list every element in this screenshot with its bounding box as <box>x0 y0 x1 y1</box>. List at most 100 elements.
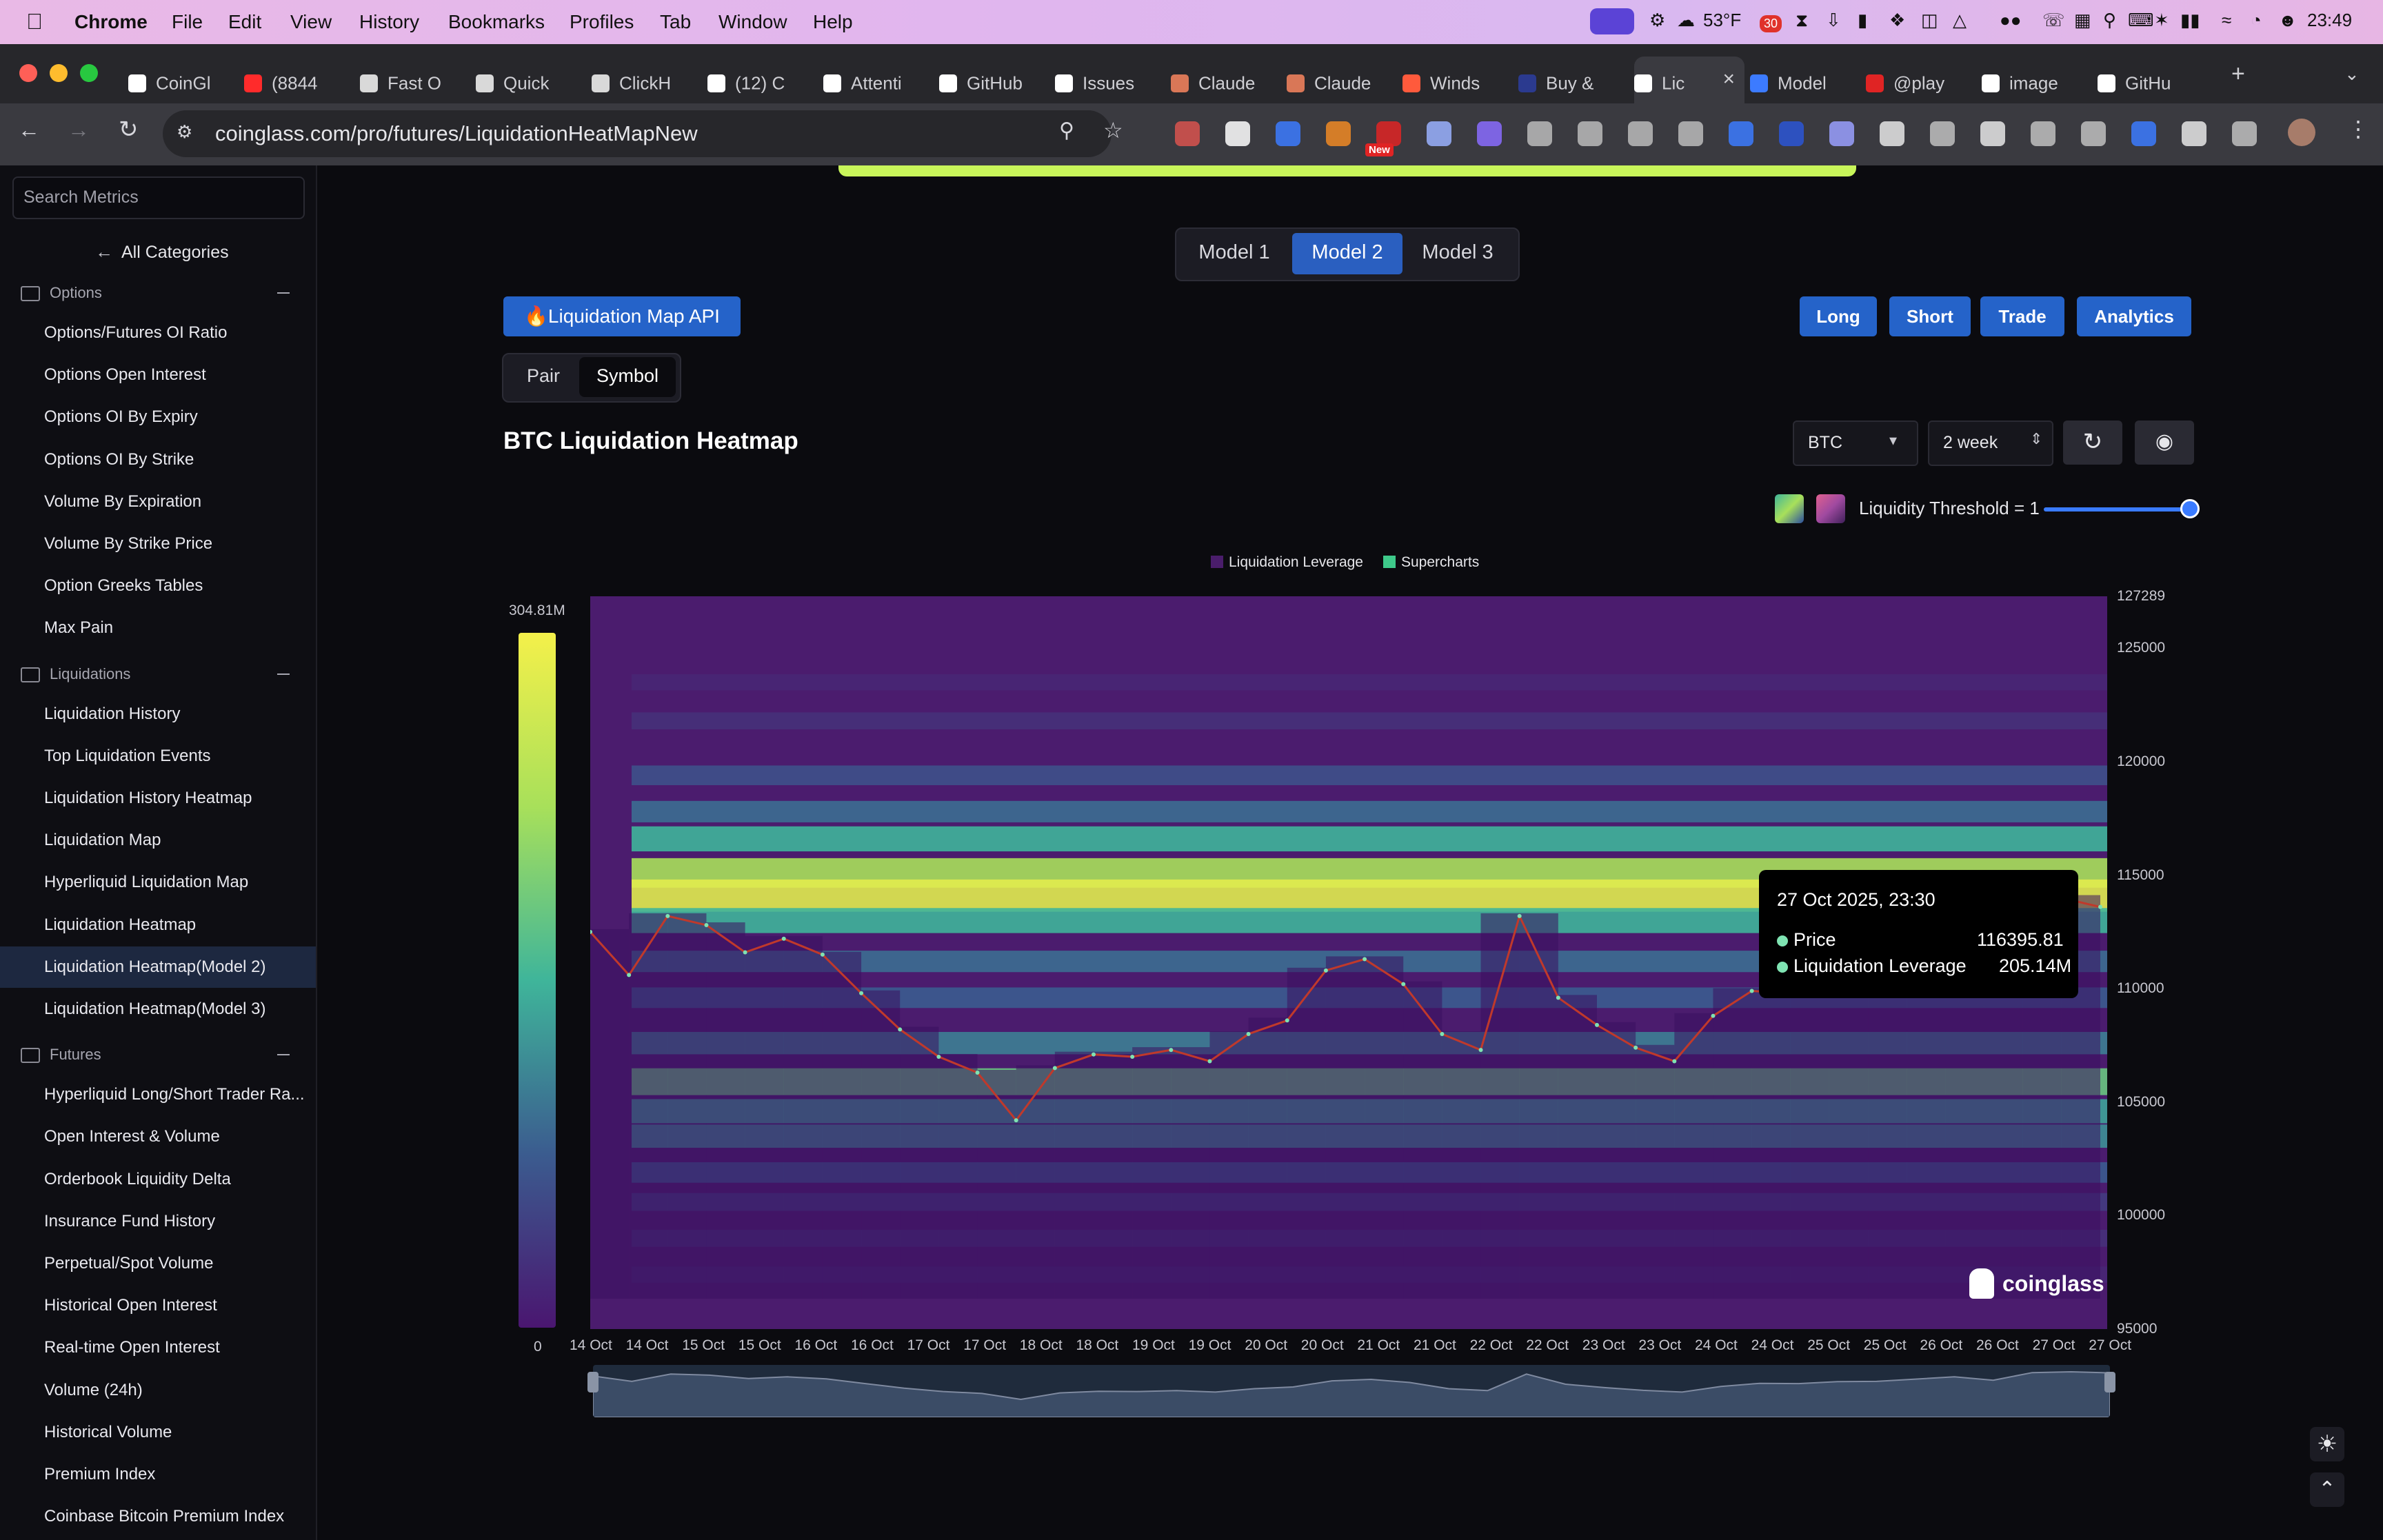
browser-tab[interactable]: Quick <box>476 57 586 106</box>
user-icon[interactable]: ☻ <box>2278 10 2297 31</box>
browser-tab[interactable]: ClickH <box>592 57 702 106</box>
menu-window[interactable]: Window <box>718 11 787 33</box>
sidebar-item[interactable]: Premium Index <box>44 1465 155 1484</box>
threshold-slider-track[interactable] <box>2044 507 2190 511</box>
threshold-slider-handle[interactable] <box>2180 499 2200 518</box>
navigator-left-handle[interactable] <box>587 1372 599 1392</box>
trade-button[interactable]: Trade <box>1980 296 2064 336</box>
scroll-to-top-button[interactable]: ⌃ <box>2310 1472 2344 1507</box>
dropbox-icon[interactable]: ❖ <box>1889 10 1905 31</box>
sidebar-section-futures[interactable]: Futures <box>50 1046 101 1064</box>
browser-extension-icon[interactable] <box>2081 121 2106 146</box>
sidebar-item[interactable]: Volume By Expiration <box>44 492 201 511</box>
new-tab-button[interactable]: + <box>2231 61 2245 88</box>
menu-file[interactable]: File <box>172 11 203 33</box>
refresh-button[interactable]: ↻ <box>2063 421 2122 465</box>
url-text[interactable]: coinglass.com/pro/futures/LiquidationHea… <box>215 121 698 146</box>
short-button[interactable]: Short <box>1889 296 1971 336</box>
browser-extension-icon[interactable] <box>1276 121 1300 146</box>
chat-icon[interactable]: ▮ <box>1858 10 1867 31</box>
reload-icon[interactable]: ↻ <box>119 116 139 143</box>
browser-extension-icon[interactable] <box>1678 121 1703 146</box>
download-tray-icon[interactable]: ⇩ <box>1826 10 1841 31</box>
menu-help[interactable]: Help <box>813 11 853 33</box>
color-scheme-green-button[interactable] <box>1775 494 1804 523</box>
browser-extension-icon[interactable] <box>1326 121 1351 146</box>
sidebar-item[interactable]: Coinbase Bitcoin Premium Index <box>44 1507 284 1526</box>
browser-tab[interactable]: CoinGl <box>128 57 239 106</box>
search-spotlight-icon[interactable]: ⚲ <box>2103 10 2116 31</box>
sidebar-item[interactable]: Orderbook Liquidity Delta <box>44 1170 231 1189</box>
symbol-select[interactable]: BTC ▾ <box>1793 421 1918 466</box>
sidebar-item[interactable]: Liquidation Heatmap(Model 2) <box>44 958 266 977</box>
sidebar-item[interactable]: Real-time Open Interest <box>44 1338 220 1357</box>
screen-recorder-icon[interactable] <box>1590 8 1634 34</box>
collapse-minus-icon[interactable] <box>277 292 290 294</box>
browser-tab[interactable]: (8844 <box>244 57 354 106</box>
bookmark-star-icon[interactable]: ☆ <box>1103 117 1123 143</box>
time-range-navigator[interactable] <box>593 1365 2110 1417</box>
sidebar-item[interactable]: Options Open Interest <box>44 365 206 385</box>
browser-extension-icon[interactable] <box>1829 121 1854 146</box>
sidebar-item[interactable]: Hyperliquid Long/Short Trader Ra... <box>44 1085 305 1104</box>
weather-temp[interactable]: 53°F <box>1703 10 1741 31</box>
browser-tab[interactable]: Model <box>1750 57 1860 106</box>
time-range-select[interactable]: 2 week ⇕ <box>1928 421 2053 466</box>
sidebar-item[interactable]: Liquidation History Heatmap <box>44 789 252 808</box>
sidebar-item[interactable]: Liquidation Map <box>44 831 161 850</box>
legend-liquidation-leverage[interactable]: Liquidation Leverage <box>1229 554 1363 571</box>
forward-arrow-icon[interactable]: → <box>68 117 90 143</box>
zoom-icon[interactable]: ⚲ <box>1059 119 1074 143</box>
browser-tab[interactable]: Claude <box>1171 57 1281 106</box>
sidebar-section-options[interactable]: Options <box>50 284 102 302</box>
sidebar-item[interactable]: Options/Futures OI Ratio <box>44 323 227 343</box>
liquidation-map-api-button[interactable]: 🔥Liquidation Map API <box>503 296 741 336</box>
analytics-button[interactable]: Analytics <box>2077 296 2191 336</box>
browser-tab[interactable]: Claude <box>1287 57 1397 106</box>
browser-tab[interactable]: @play <box>1866 57 1976 106</box>
close-tab-icon[interactable]: × <box>1722 68 1735 91</box>
browser-extension-icon[interactable] <box>1225 121 1250 146</box>
browser-extension-icon[interactable] <box>2182 121 2206 146</box>
browser-extension-icon[interactable] <box>2031 121 2055 146</box>
sidebar-item[interactable]: Insurance Fund History <box>44 1212 215 1231</box>
sidebar-item[interactable]: Liquidation Heatmap(Model 3) <box>44 1000 266 1019</box>
zoom-window-button[interactable] <box>80 64 98 82</box>
dots-icon[interactable]: ●● <box>2000 10 2021 31</box>
menu-history[interactable]: History <box>359 11 419 33</box>
sidebar-item[interactable]: Volume By Strike Price <box>44 534 212 554</box>
shortcut-icon[interactable]: ⧗ <box>1796 10 1808 32</box>
legend-swatch-supercharts[interactable] <box>1383 556 1396 568</box>
apple-icon[interactable]:  <box>26 9 43 34</box>
calendar-badge[interactable]: 30 <box>1760 15 1782 32</box>
browser-tab[interactable]: GitHu <box>2098 57 2208 106</box>
browser-tab[interactable]: image <box>1982 57 2092 106</box>
all-categories-link[interactable]: All Categories <box>121 243 229 263</box>
back-arrow-icon[interactable]: ← <box>18 117 40 143</box>
browser-extension-icon[interactable] <box>1729 121 1753 146</box>
menu-app-chrome[interactable]: Chrome <box>74 11 148 33</box>
model-1-tab[interactable]: Model 1 <box>1180 241 1288 264</box>
browser-tab[interactable]: Winds <box>1402 57 1513 106</box>
browser-extension-icon[interactable] <box>1880 121 1904 146</box>
browser-extension-icon[interactable] <box>1980 121 2005 146</box>
phone-icon[interactable]: ☏ <box>2042 10 2065 31</box>
browser-extension-icon[interactable] <box>1175 121 1200 146</box>
browser-tab[interactable]: GitHub <box>939 57 1049 106</box>
settings-gear-icon[interactable]: ⚙ <box>1649 10 1665 31</box>
window-icon[interactable]: ◫ <box>1921 10 1938 31</box>
sidebar-item[interactable]: Perpetual/Spot Volume <box>44 1254 214 1273</box>
clock-text[interactable]: 23:49 <box>2307 10 2352 31</box>
collapse-minus-icon[interactable] <box>277 1054 290 1056</box>
tab-search-chevron-icon[interactable]: ⌄ <box>2344 63 2360 85</box>
browser-extension-icon[interactable] <box>1578 121 1602 146</box>
wifi-icon[interactable]: ≈ <box>2222 10 2231 31</box>
browser-extension-icon[interactable] <box>1779 121 1804 146</box>
browser-extension-icon[interactable] <box>2131 121 2156 146</box>
browser-extension-icon[interactable] <box>1376 121 1401 146</box>
browser-extension-icon[interactable] <box>1527 121 1552 146</box>
sidebar-item[interactable]: Options OI By Expiry <box>44 407 198 427</box>
browser-extension-icon[interactable] <box>1427 121 1451 146</box>
bluetooth-icon[interactable]: ✶ <box>2154 10 2169 31</box>
long-button[interactable]: Long <box>1800 296 1877 336</box>
